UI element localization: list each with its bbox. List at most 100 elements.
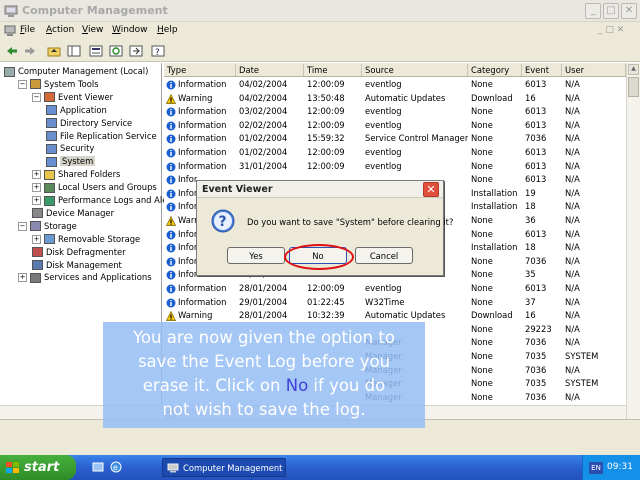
users-icon <box>44 182 55 193</box>
tree-item[interactable]: − System Tools <box>18 78 99 91</box>
scroll-up-arrow-icon[interactable]: ▲ <box>628 64 639 75</box>
table-row[interactable]: Warning 04/02/2004 13:50:48 Automatic Updat… <box>164 92 626 106</box>
svg-text:?: ? <box>219 214 227 230</box>
dialog-close-button[interactable]: ✕ <box>423 182 439 197</box>
tree-item-label: System Tools <box>44 78 99 89</box>
table-row[interactable]: Information 01/02/2004 15:59:32 Service Con… <box>164 132 626 146</box>
table-row[interactable]: Information 28/01/2004 12:00:09 eventlog Non… <box>164 282 626 296</box>
menu-view[interactable]: View <box>82 25 103 35</box>
tree-item[interactable]: + Performance Logs and Alerts <box>32 194 178 207</box>
maximize-button[interactable]: □ <box>603 3 619 19</box>
table-row[interactable]: Information 01/02/2004 12:00:09 eventlog Non… <box>164 146 626 160</box>
tree-item[interactable]: Directory Service <box>46 117 132 130</box>
cell-user: N/A <box>565 255 580 266</box>
menu-action[interactable]: Action <box>46 25 74 35</box>
clock[interactable]: 09:31 <box>607 462 633 472</box>
cell-category: None <box>471 283 493 293</box>
tree-item[interactable]: + Services and Applications <box>18 271 152 284</box>
close-button[interactable]: ✕ <box>621 3 637 19</box>
cell-source: eventlog <box>365 119 402 130</box>
question-icon: ? <box>211 209 235 233</box>
collapse-icon[interactable]: − <box>18 79 27 89</box>
table-row[interactable]: Information 31/01/2004 12:00:09 eventlog Non… <box>164 160 626 174</box>
tree-item[interactable]: File Replication Service <box>46 130 157 143</box>
cell-user: N/A <box>565 147 580 157</box>
column-header-source[interactable]: Source <box>362 64 468 76</box>
back-arrow-icon[interactable] <box>4 43 20 58</box>
table-row[interactable]: Information 03/02/2004 12:00:09 eventlog Non… <box>164 105 626 119</box>
cell-user: N/A <box>565 119 580 130</box>
show-desktop-icon[interactable] <box>92 461 104 473</box>
scroll-thumb[interactable] <box>628 77 639 97</box>
tree-item[interactable]: − Storage <box>18 220 77 233</box>
table-row[interactable]: Information 29/01/2004 01:22:45 W32Time None… <box>164 296 626 310</box>
help-icon[interactable]: ? <box>150 43 166 58</box>
collapse-icon[interactable]: − <box>18 221 27 231</box>
list-vertical-scrollbar[interactable]: ▲ <box>626 63 640 419</box>
forward-arrow-icon[interactable] <box>22 43 38 58</box>
yes-button[interactable]: Yes <box>227 247 285 264</box>
cell-category: None <box>471 391 493 402</box>
cell-user: N/A <box>565 242 580 253</box>
column-header-user[interactable]: User <box>562 64 626 76</box>
column-header-date[interactable]: Date <box>236 64 304 76</box>
start-button[interactable]: start <box>0 455 76 480</box>
column-header-event[interactable]: Event <box>522 64 562 76</box>
tree-item[interactable]: + Local Users and Groups <box>32 181 157 194</box>
collapse-icon[interactable]: − <box>32 92 41 102</box>
column-header-type[interactable]: Type <box>164 64 236 76</box>
expand-icon[interactable]: + <box>32 170 41 180</box>
tree-item[interactable]: − Event Viewer <box>32 91 113 104</box>
dialog-title-bar[interactable]: Event Viewer ✕ <box>197 181 443 198</box>
cell-type: Information <box>178 160 227 171</box>
properties-icon[interactable] <box>88 43 104 58</box>
table-row[interactable]: Information 04/02/2004 12:00:09 eventlog Non… <box>164 78 626 92</box>
tree-item[interactable]: + Shared Folders <box>32 168 120 181</box>
tree-item[interactable]: Computer Management (Local) <box>4 65 148 78</box>
tree-item[interactable]: System <box>46 155 96 168</box>
information-icon <box>166 175 176 185</box>
mdi-controls[interactable]: _ □ ✕ <box>598 25 638 37</box>
system-menu-icon[interactable] <box>4 25 16 37</box>
up-folder-icon[interactable] <box>46 43 62 58</box>
internet-explorer-icon[interactable]: e <box>110 461 122 473</box>
tree-item[interactable]: Security <box>46 142 94 155</box>
cell-category: None <box>471 147 493 157</box>
menu-file[interactable]: File <box>20 25 35 35</box>
language-indicator[interactable]: EN <box>589 462 603 474</box>
tree-item[interactable]: Disk Management <box>32 259 122 272</box>
window-title-bar[interactable]: Computer Management _ □ ✕ <box>0 0 640 22</box>
cell-type: Infor <box>178 187 198 198</box>
expand-icon[interactable]: + <box>18 273 27 283</box>
information-icon <box>166 121 176 131</box>
menu-window[interactable]: Window <box>112 25 148 35</box>
taskbar-item-label: Computer Management <box>183 462 283 473</box>
computer-management-task-icon <box>167 463 179 473</box>
expand-icon[interactable]: + <box>32 183 41 193</box>
tree-item[interactable]: Application <box>46 104 107 117</box>
expand-icon[interactable]: + <box>32 234 41 244</box>
minimize-button[interactable]: _ <box>585 3 601 19</box>
refresh-icon[interactable] <box>108 43 124 58</box>
export-list-icon[interactable] <box>128 43 144 58</box>
cell-date: 04/02/2004 <box>239 79 288 89</box>
warning-icon <box>165 310 177 322</box>
tutorial-line-2: save the Event Log before you <box>137 352 391 371</box>
cell-event: 6013 <box>525 147 547 157</box>
cell-event: 7036 <box>525 255 547 266</box>
cell-time: 12:00:09 <box>307 160 345 171</box>
expand-icon[interactable]: + <box>32 196 41 205</box>
table-row[interactable]: Information 02/02/2004 12:00:09 eventlog Non… <box>164 119 626 133</box>
tree-item[interactable]: Device Manager <box>32 207 114 220</box>
column-header-time[interactable]: Time <box>304 64 362 76</box>
tree-item[interactable]: + Removable Storage <box>32 233 140 246</box>
menu-help[interactable]: Help <box>157 25 178 35</box>
tree-item[interactable]: Disk Defragmenter <box>32 246 126 259</box>
table-row[interactable]: Warning 28/01/2004 10:32:39 Automatic Updat… <box>164 309 626 323</box>
cancel-button[interactable]: Cancel <box>355 247 413 264</box>
taskbar-item-computer-management[interactable]: Computer Management <box>162 458 286 477</box>
cell-event: 6013 <box>525 106 547 117</box>
show-tree-icon[interactable] <box>66 43 82 58</box>
cell-source: Service Control Manager <box>365 133 469 144</box>
column-header-category[interactable]: Category <box>468 64 522 76</box>
